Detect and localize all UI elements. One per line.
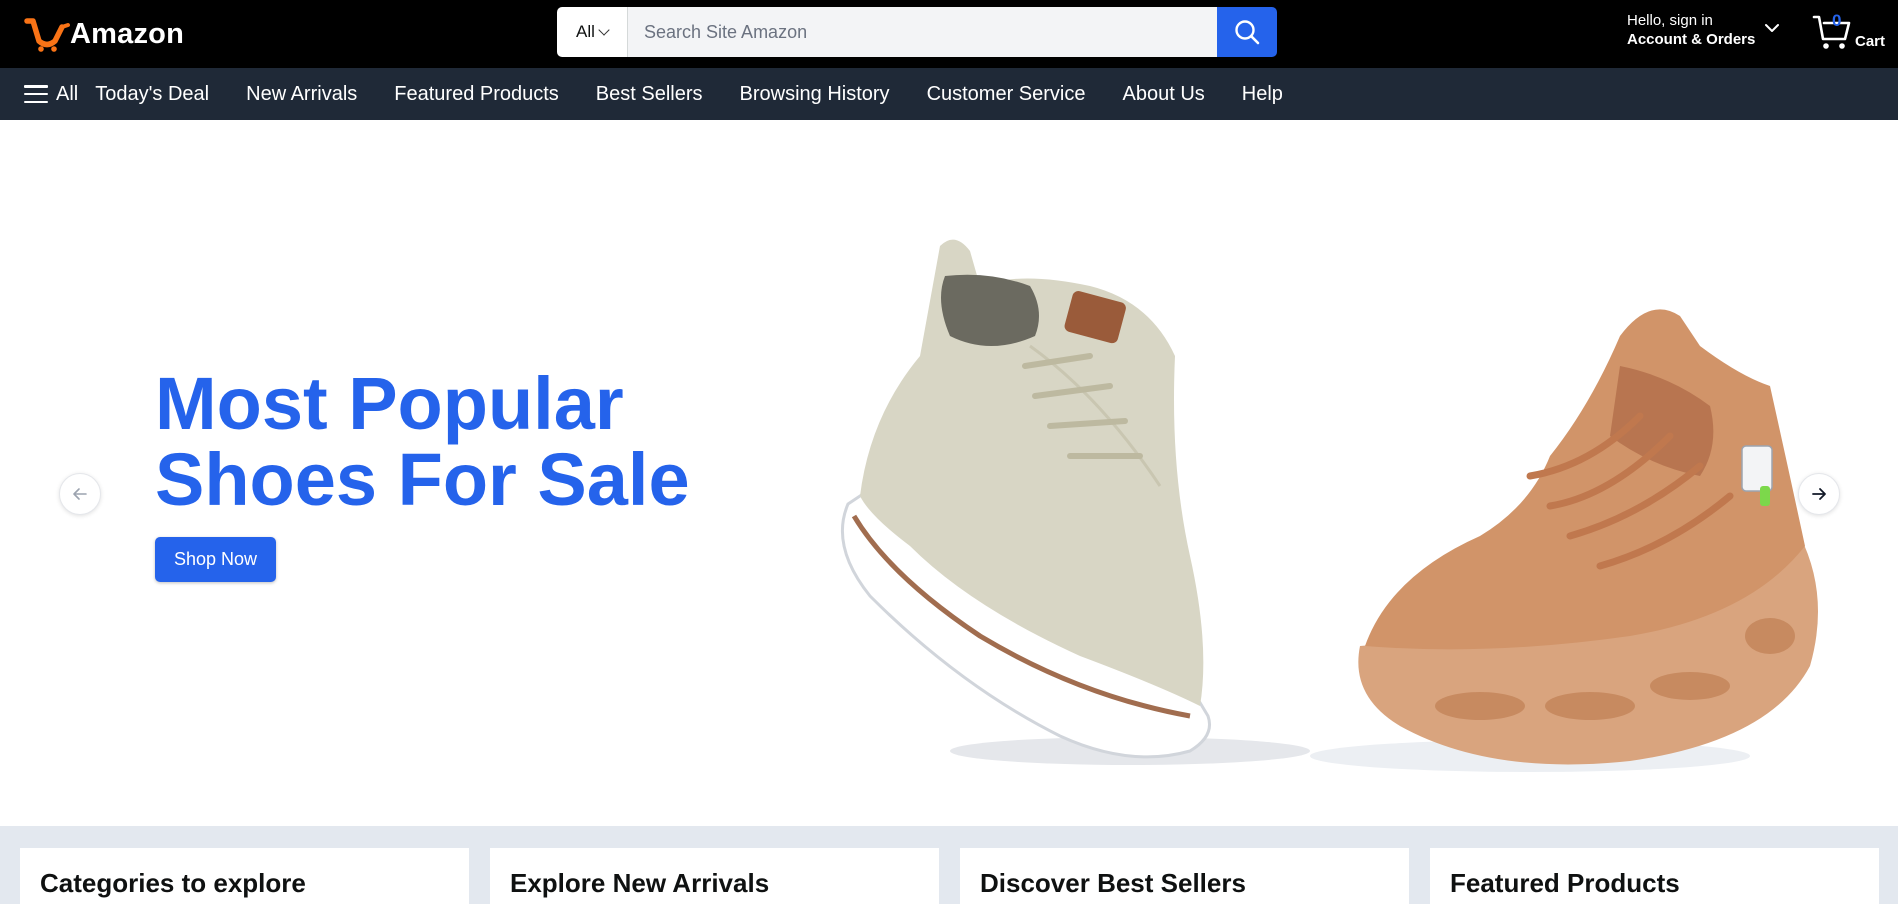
- account-greeting: Hello, sign in: [1627, 12, 1713, 29]
- nav-best-sellers[interactable]: Best Sellers: [596, 83, 703, 106]
- chevron-down-icon: [598, 23, 610, 36]
- arrow-right-icon: [1812, 488, 1826, 500]
- card-title: Explore New Arrivals: [510, 868, 770, 898]
- hamburger-menu-icon: [24, 85, 48, 103]
- card-title: Featured Products: [1450, 868, 1680, 898]
- search-icon: [1235, 20, 1260, 45]
- nav-todays-deal[interactable]: Today's Deal: [95, 83, 209, 106]
- hero-shoes-image: [840, 239, 1818, 772]
- carousel-next-button[interactable]: [1798, 473, 1840, 515]
- cart-label: Cart: [1855, 33, 1886, 50]
- card-featured-products[interactable]: Featured Products: [1430, 848, 1879, 904]
- top-header: Amazon All Hello, sign in Account & Orde…: [0, 0, 1898, 68]
- account-label: Account & Orders: [1627, 31, 1756, 48]
- main-nav: All Today's Deal New Arrivals Featured P…: [0, 68, 1898, 120]
- hero-title-line-2: Shoes For Sale: [155, 438, 690, 521]
- all-menu-label: All: [56, 82, 79, 105]
- nav-new-arrivals[interactable]: New Arrivals: [246, 83, 357, 106]
- hero-carousel: Most Popular Shoes For Sale Shop Now: [0, 120, 1898, 826]
- search-category-label: All: [576, 22, 595, 41]
- card-best-sellers[interactable]: Discover Best Sellers: [960, 848, 1409, 904]
- card-title: Discover Best Sellers: [980, 868, 1246, 898]
- nav-customer-service[interactable]: Customer Service: [927, 83, 1086, 106]
- nav-help[interactable]: Help: [1242, 83, 1283, 106]
- arrow-left-icon: [73, 488, 87, 500]
- all-menu-button[interactable]: All: [24, 83, 78, 106]
- nav-featured-products[interactable]: Featured Products: [394, 83, 559, 106]
- cart-button[interactable]: 0 Cart: [1812, 10, 1892, 54]
- card-categories[interactable]: Categories to explore: [20, 848, 469, 904]
- logo-text: Amazon: [70, 17, 184, 50]
- nav-about-us[interactable]: About Us: [1123, 83, 1205, 106]
- hero-title-line-1: Most Popular: [155, 362, 624, 445]
- carousel-prev-button[interactable]: [59, 473, 101, 515]
- search-bar: All: [557, 7, 1277, 57]
- site-logo[interactable]: Amazon: [24, 12, 184, 56]
- smile-cart-logo-icon: [24, 18, 70, 52]
- search-button[interactable]: [1217, 7, 1277, 57]
- chevron-down-icon[interactable]: [1764, 20, 1780, 36]
- card-new-arrivals[interactable]: Explore New Arrivals: [490, 848, 939, 904]
- shop-now-button[interactable]: Shop Now: [155, 537, 276, 582]
- card-title: Categories to explore: [40, 868, 306, 898]
- cart-count-badge: 0: [1832, 11, 1842, 30]
- hero-title: Most Popular Shoes For Sale: [155, 366, 690, 518]
- search-input[interactable]: [628, 7, 1217, 57]
- account-menu[interactable]: Hello, sign in Account & Orders: [1627, 12, 1755, 48]
- search-category-select[interactable]: All: [557, 7, 628, 57]
- nav-browsing-history[interactable]: Browsing History: [740, 83, 890, 106]
